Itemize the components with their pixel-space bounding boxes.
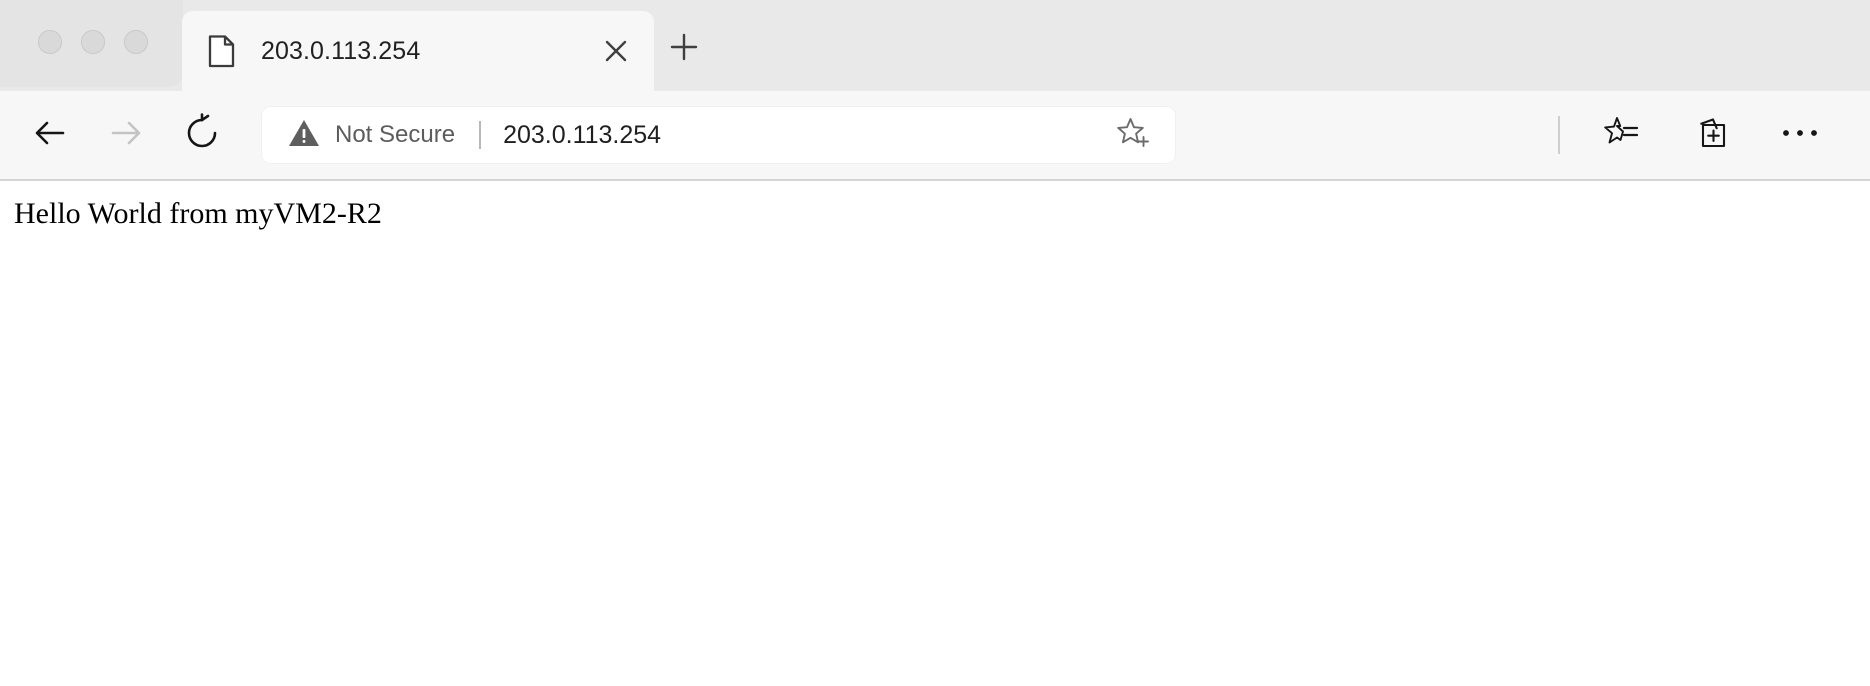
window-minimize-button[interactable] [81,30,105,54]
arrow-right-icon [105,112,147,159]
document-icon [208,34,235,68]
collections-button[interactable] [1682,107,1742,163]
address-divider [479,121,482,149]
ellipsis-icon [1780,126,1820,145]
star-list-icon [1604,115,1644,156]
window-close-button[interactable] [38,30,62,54]
plus-icon [668,31,700,68]
window-traffic-lights [38,30,148,54]
page-content-area: Hello World from myVM2-R2 [0,181,1870,686]
browser-window: 203.0.113.254 Not Secure 203.0.113.254 H… [0,0,1870,686]
security-status[interactable]: Not Secure [288,118,455,153]
browser-tab-active[interactable]: 203.0.113.254 [182,11,654,91]
toolbar-actions [1552,107,1870,163]
toolbar-separator [1558,116,1560,154]
address-bar[interactable]: Not Secure 203.0.113.254 [262,107,1175,163]
tab-strip: 203.0.113.254 [0,0,1870,91]
tab-title: 203.0.113.254 [261,36,421,65]
forward-button[interactable] [98,107,154,163]
warning-triangle-icon [288,118,320,153]
arrow-left-icon [29,112,71,159]
security-status-label: Not Secure [335,121,456,148]
url-input[interactable]: 203.0.113.254 [503,121,1101,150]
back-button[interactable] [22,107,78,163]
new-tab-button[interactable] [660,25,708,73]
tab-close-icon[interactable] [594,29,638,73]
window-maximize-button[interactable] [124,30,148,54]
browser-toolbar: Not Secure 203.0.113.254 [0,91,1870,181]
collections-icon [1692,114,1732,157]
refresh-icon [182,112,222,158]
refresh-button[interactable] [174,107,230,163]
favorites-button[interactable] [1594,107,1654,163]
add-favorite-button[interactable] [1111,112,1157,158]
settings-and-more-button[interactable] [1770,107,1830,163]
page-body-text: Hello World from myVM2-R2 [14,197,382,230]
star-plus-icon [1116,116,1152,155]
